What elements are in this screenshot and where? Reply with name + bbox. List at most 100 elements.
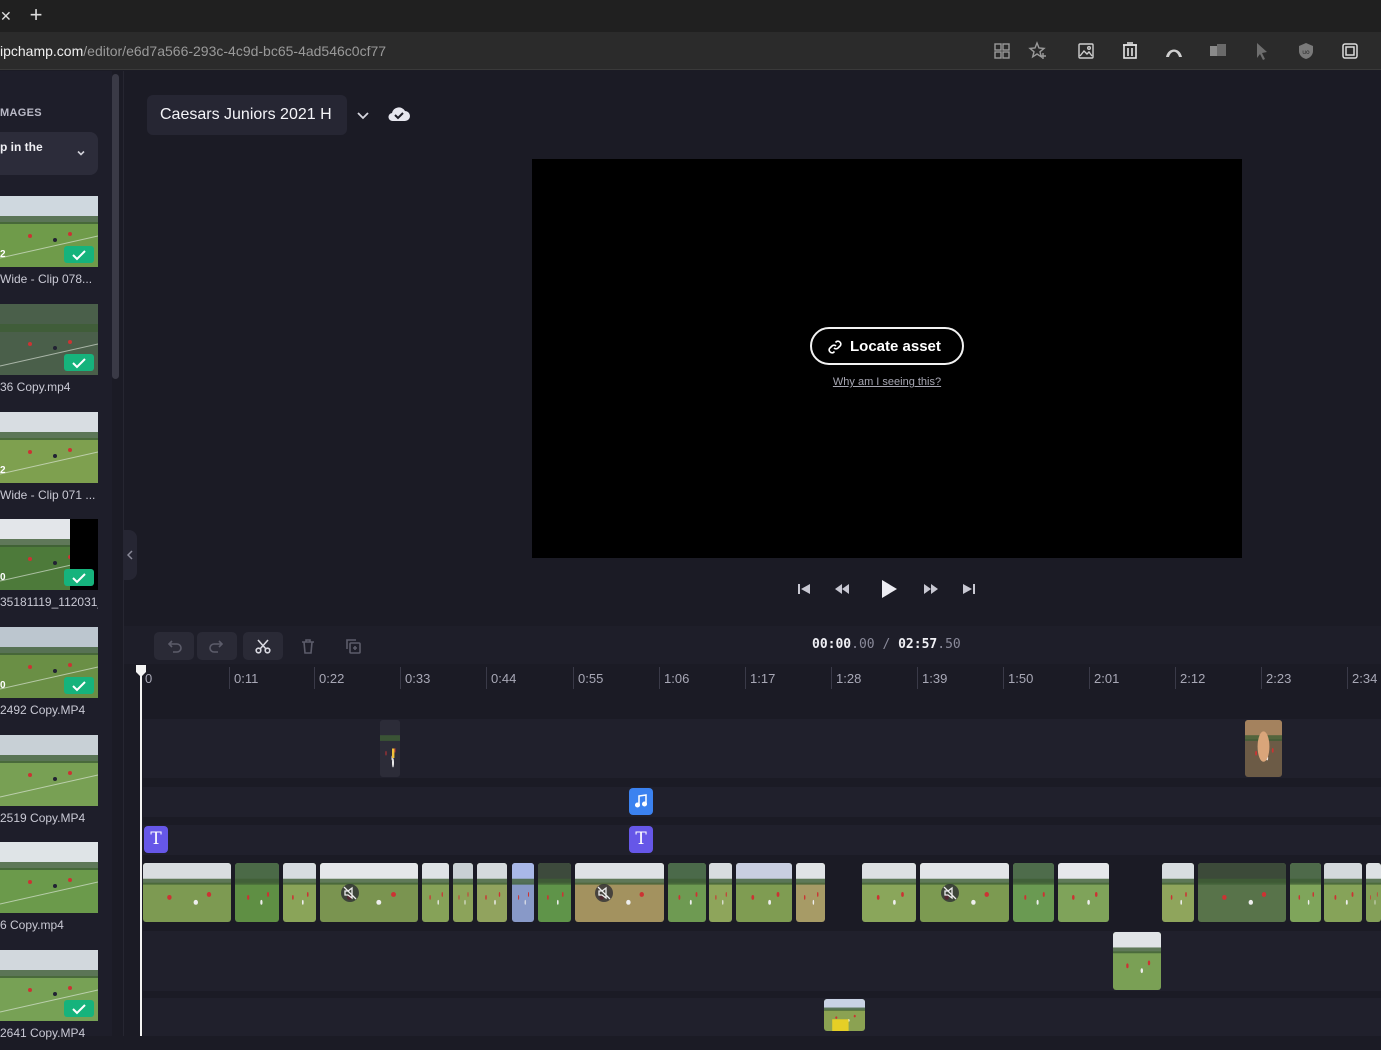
ruler-label: 1:28 bbox=[836, 671, 862, 686]
video-clip[interactable] bbox=[668, 863, 706, 922]
media-name: 6 Copy.mp4 bbox=[0, 918, 64, 932]
added-check-icon bbox=[64, 677, 94, 694]
video-clip[interactable] bbox=[1162, 863, 1194, 922]
url-path: /editor/e6d7a566-293c-4c9d-bc65-4ad546c0… bbox=[83, 43, 387, 59]
media-thumbnail[interactable] bbox=[0, 735, 98, 806]
audio-clip-badge[interactable] bbox=[629, 788, 653, 815]
playhead[interactable] bbox=[140, 675, 142, 1036]
play-button[interactable] bbox=[875, 576, 901, 602]
video-clip[interactable] bbox=[1058, 863, 1109, 922]
video-clip[interactable] bbox=[1324, 863, 1362, 922]
image-extension-icon[interactable] bbox=[1076, 41, 1096, 61]
media-item[interactable]: 2 Wide - Clip 071 ... bbox=[0, 412, 112, 512]
media-item[interactable]: 0 2492 Copy.MP4 bbox=[0, 627, 112, 727]
collapse-panel-button[interactable] bbox=[123, 530, 137, 580]
video-clip[interactable] bbox=[235, 863, 279, 922]
project-menu-chevron-icon[interactable] bbox=[355, 107, 371, 123]
text-track bbox=[143, 825, 1381, 855]
text-clip-badge[interactable]: T bbox=[144, 826, 168, 853]
video-clip[interactable] bbox=[824, 999, 865, 1031]
ruler-label: 0:55 bbox=[578, 671, 604, 686]
video-clip[interactable] bbox=[1198, 863, 1286, 922]
video-track-3 bbox=[143, 998, 1381, 1036]
video-clip[interactable] bbox=[709, 863, 732, 922]
video-clip[interactable] bbox=[1366, 863, 1381, 922]
media-item[interactable]: 6 Copy.mp4 bbox=[0, 842, 112, 942]
video-clip[interactable] bbox=[862, 863, 916, 922]
timeline-ruler[interactable]: 0 0:11 0:22 0:33 0:44 0:55 1:06 1:17 1:28 1:39 1:5… bbox=[124, 665, 1381, 695]
media-item[interactable]: 2519 Copy.MP4 bbox=[0, 735, 112, 835]
project-name-field[interactable]: Caesars Juniors 2021 H bbox=[147, 95, 347, 135]
media-duration: 0 bbox=[0, 572, 6, 583]
video-clip[interactable] bbox=[320, 863, 418, 922]
screenshot-extension-icon[interactable] bbox=[1340, 41, 1360, 61]
media-thumbnail[interactable] bbox=[0, 842, 98, 913]
ruler-tick bbox=[314, 667, 315, 689]
undo-button[interactable] bbox=[154, 632, 194, 660]
why-seeing-this-link[interactable]: Why am I seeing this? bbox=[532, 376, 1242, 388]
video-clip[interactable] bbox=[1113, 932, 1161, 990]
video-clip[interactable] bbox=[575, 863, 664, 922]
muted-audio-icon bbox=[595, 884, 613, 902]
overlay-clip[interactable] bbox=[1245, 720, 1282, 777]
timeline-toolbar: 00:00.00 / 02:57.50 bbox=[124, 626, 1381, 664]
overlay-track bbox=[143, 719, 1381, 778]
media-filter-text: p in the bbox=[0, 140, 43, 154]
cloud-saved-icon[interactable] bbox=[387, 103, 411, 125]
delete-button[interactable] bbox=[288, 632, 328, 660]
text-clip-badge[interactable]: T bbox=[629, 826, 653, 853]
media-thumbnail[interactable] bbox=[0, 412, 98, 483]
split-button[interactable] bbox=[243, 632, 283, 660]
trash-icon bbox=[302, 639, 314, 654]
added-check-icon bbox=[64, 1000, 94, 1017]
office-extension-icon[interactable] bbox=[1208, 41, 1228, 61]
video-clip[interactable] bbox=[422, 863, 449, 922]
audio-track bbox=[143, 787, 1381, 817]
skip-to-start-button[interactable] bbox=[793, 578, 815, 600]
video-clip[interactable] bbox=[1013, 863, 1054, 922]
media-scrollbar[interactable] bbox=[112, 74, 119, 379]
redo-button[interactable] bbox=[197, 632, 237, 660]
video-clip[interactable] bbox=[1290, 863, 1321, 922]
media-item[interactable]: 2 Wide - Clip 078... bbox=[0, 196, 112, 296]
add-favorite-icon[interactable] bbox=[1028, 41, 1048, 61]
video-clip[interactable] bbox=[453, 863, 473, 922]
video-clip[interactable] bbox=[512, 863, 534, 922]
split-screen-icon[interactable] bbox=[992, 41, 1012, 61]
duplicate-button[interactable] bbox=[333, 632, 373, 660]
new-tab-icon[interactable]: + bbox=[26, 4, 46, 28]
media-filter-dropdown[interactable]: p in the bbox=[0, 132, 98, 175]
address-bar[interactable]: ipchamp.com/editor/e6d7a566-293c-4c9d-bc… bbox=[0, 32, 1381, 70]
ruler-tick bbox=[1089, 667, 1090, 689]
video-clip[interactable] bbox=[736, 863, 792, 922]
ruler-label: 1:17 bbox=[750, 671, 776, 686]
trash-extension-icon[interactable] bbox=[1120, 41, 1140, 61]
media-name: 2519 Copy.MP4 bbox=[0, 811, 86, 825]
video-clip[interactable] bbox=[920, 863, 1009, 922]
playhead-handle[interactable] bbox=[135, 664, 147, 678]
ruler-label: 2:23 bbox=[1266, 671, 1292, 686]
overlay-clip[interactable] bbox=[380, 720, 400, 777]
media-item[interactable]: 36 Copy.mp4 bbox=[0, 304, 112, 404]
video-clip[interactable] bbox=[538, 863, 571, 922]
media-item[interactable]: 2641 Copy.MP4 bbox=[0, 950, 112, 1050]
skip-to-end-button[interactable] bbox=[958, 578, 980, 600]
rewind-button[interactable] bbox=[831, 578, 853, 600]
fast-forward-button[interactable] bbox=[920, 578, 942, 600]
video-clip[interactable] bbox=[477, 863, 507, 922]
video-clip[interactable] bbox=[143, 863, 231, 922]
tab-close-icon[interactable]: ✕ bbox=[0, 6, 12, 26]
arc-extension-icon[interactable] bbox=[1164, 41, 1184, 61]
url-text[interactable]: ipchamp.com/editor/e6d7a566-293c-4c9d-bc… bbox=[0, 43, 386, 59]
ruler-tick bbox=[400, 667, 401, 689]
ruler-tick bbox=[1003, 667, 1004, 689]
media-item[interactable]: 0 35181119_112031_... bbox=[0, 519, 112, 619]
locate-asset-button[interactable]: Locate asset bbox=[810, 327, 964, 365]
video-clip[interactable] bbox=[283, 863, 316, 922]
ruler-tick bbox=[917, 667, 918, 689]
media-section-label: MAGES bbox=[0, 107, 42, 119]
undo-icon bbox=[167, 640, 182, 653]
video-clip[interactable] bbox=[796, 863, 825, 922]
cursor-extension-icon[interactable] bbox=[1252, 41, 1272, 61]
ublock-shield-icon[interactable]: uo bbox=[1296, 41, 1316, 61]
